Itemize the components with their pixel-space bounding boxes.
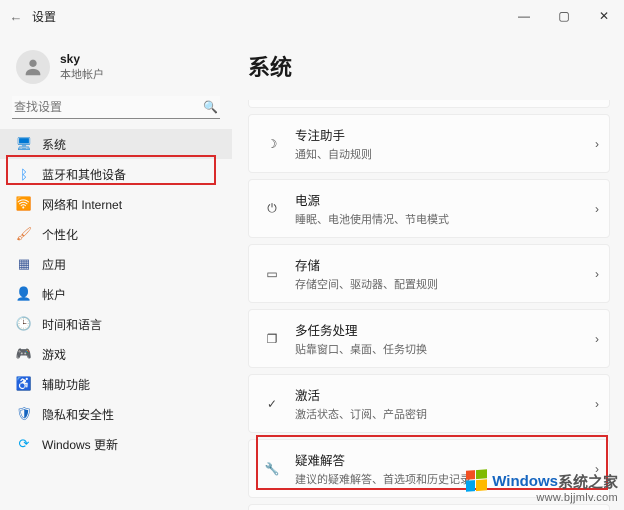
sidebar-item-label: 应用: [42, 256, 66, 273]
watermark-url: www.bjjmlv.com: [536, 492, 618, 504]
avatar: [16, 50, 50, 84]
card-title: 电源: [295, 190, 583, 209]
watermark: Windows 系统之家 www.bjjmlv.com: [466, 470, 618, 504]
sidebar-item-label: 系统: [42, 136, 66, 153]
sidebar-item-label: 游戏: [42, 346, 66, 363]
card-icon: ❐: [261, 328, 283, 350]
window-controls: — ▢ ✕: [504, 0, 624, 32]
card-sub: 激活状态、订阅、产品密钥: [295, 406, 583, 422]
minimize-button[interactable]: —: [504, 0, 544, 32]
watermark-brand-gray: 系统之家: [558, 471, 618, 492]
chevron-right-icon: ›: [595, 267, 599, 281]
search-box[interactable]: 🔍: [12, 96, 220, 119]
card-icon: ✓: [261, 393, 283, 415]
card-sub: 通知、自动规则: [295, 146, 583, 162]
sidebar-item-5[interactable]: 👤 帐户: [0, 279, 232, 309]
card-title: 疑难解答: [295, 450, 583, 469]
sidebar-item-8[interactable]: ♿ 辅助功能: [0, 369, 232, 399]
windows-logo-icon: [466, 469, 488, 493]
profile-name: sky: [60, 52, 104, 66]
wifi-icon: 🛜: [16, 196, 32, 212]
settings-card-0[interactable]: ☽ 专注助手通知、自动规则 ›: [248, 114, 610, 173]
bluetooth-icon: ᛒ: [16, 166, 32, 182]
apps-icon: ▦: [16, 256, 32, 272]
sidebar: sky 本地帐户 🔍 🖥 系统 ᛒ 蓝牙和其他设备 🛜 网络和 Internet 🖌 个性化 ▦…: [0, 32, 232, 510]
card-sub: 睡眠、电池使用情况、节电模式: [295, 211, 583, 227]
game-icon: 🎮: [16, 346, 32, 362]
sidebar-item-label: 个性化: [42, 226, 78, 243]
sidebar-item-10[interactable]: ⟳ Windows 更新: [0, 429, 232, 459]
sidebar-item-0[interactable]: 🖥 系统: [0, 129, 232, 159]
chevron-right-icon: ›: [595, 137, 599, 151]
card-sub: 贴靠窗口、桌面、任务切换: [295, 341, 583, 357]
card-icon: 🔧: [261, 458, 283, 480]
nav-list: 🖥 系统 ᛒ 蓝牙和其他设备 🛜 网络和 Internet 🖌 个性化 ▦ 应用 👤 帐户 🕒 时间和语言…: [0, 129, 232, 459]
sidebar-item-label: 蓝牙和其他设备: [42, 166, 126, 183]
sidebar-item-label: 隐私和安全性: [42, 406, 114, 423]
sidebar-item-label: 辅助功能: [42, 376, 90, 393]
chevron-right-icon: ›: [595, 332, 599, 346]
card-title: 激活: [295, 385, 583, 404]
card-title: 存储: [295, 255, 583, 274]
card-title: 多任务处理: [295, 320, 583, 339]
settings-card-4[interactable]: ✓ 激活激活状态、订阅、产品密钥 ›: [248, 374, 610, 433]
settings-card-3[interactable]: ❐ 多任务处理贴靠窗口、桌面、任务切换 ›: [248, 309, 610, 368]
clock-icon: 🕒: [16, 316, 32, 332]
card-icon: ☽: [261, 133, 283, 155]
update-icon: ⟳: [16, 436, 32, 452]
sidebar-item-label: 网络和 Internet: [42, 196, 122, 213]
app-title: 设置: [32, 8, 56, 25]
sidebar-item-label: 帐户: [42, 286, 66, 303]
card-icon: ▭: [261, 263, 283, 285]
card-title: 专注助手: [295, 125, 583, 144]
person-icon: 👤: [16, 286, 32, 302]
profile-block[interactable]: sky 本地帐户: [0, 36, 232, 96]
sidebar-item-2[interactable]: 🛜 网络和 Internet: [0, 189, 232, 219]
sidebar-item-label: Windows 更新: [42, 436, 118, 453]
maximize-button[interactable]: ▢: [544, 0, 584, 32]
titlebar: ← 设置 — ▢ ✕: [0, 0, 624, 32]
sidebar-item-7[interactable]: 🎮 游戏: [0, 339, 232, 369]
profile-sub: 本地帐户: [60, 66, 104, 82]
page-title: 系统: [248, 50, 610, 82]
card-sub: 存储空间、驱动器、配置规则: [295, 276, 583, 292]
settings-card-partial[interactable]: [248, 100, 610, 108]
brush-icon: 🖌: [16, 226, 32, 242]
back-button[interactable]: ←: [0, 9, 32, 24]
sidebar-item-3[interactable]: 🖌 个性化: [0, 219, 232, 249]
sidebar-item-label: 时间和语言: [42, 316, 102, 333]
chevron-right-icon: ›: [595, 397, 599, 411]
sidebar-item-1[interactable]: ᛒ 蓝牙和其他设备: [0, 159, 232, 189]
settings-card-1[interactable]: ⏻ 电源睡眠、电池使用情况、节电模式 ›: [248, 179, 610, 238]
search-input[interactable]: [14, 100, 203, 114]
settings-card-6[interactable]: ⤴恢复重置、高级启动、返回›: [248, 504, 610, 510]
close-button[interactable]: ✕: [584, 0, 624, 32]
settings-card-2[interactable]: ▭ 存储存储空间、驱动器、配置规则 ›: [248, 244, 610, 303]
sidebar-item-9[interactable]: 🛡 隐私和安全性: [0, 399, 232, 429]
shield-icon: 🛡: [16, 406, 32, 422]
search-icon: 🔍: [203, 100, 218, 114]
watermark-brand-blue: Windows: [492, 473, 558, 490]
sidebar-item-6[interactable]: 🕒 时间和语言: [0, 309, 232, 339]
sidebar-item-4[interactable]: ▦ 应用: [0, 249, 232, 279]
monitor-icon: 🖥: [16, 136, 32, 152]
access-icon: ♿: [16, 376, 32, 392]
chevron-right-icon: ›: [595, 202, 599, 216]
content: 系统 ☽ 专注助手通知、自动规则 › ⏻ 电源睡眠、电池使用情况、节电模式 › ▭ 存储存储空…: [232, 32, 624, 510]
card-icon: ⏻: [261, 198, 283, 220]
